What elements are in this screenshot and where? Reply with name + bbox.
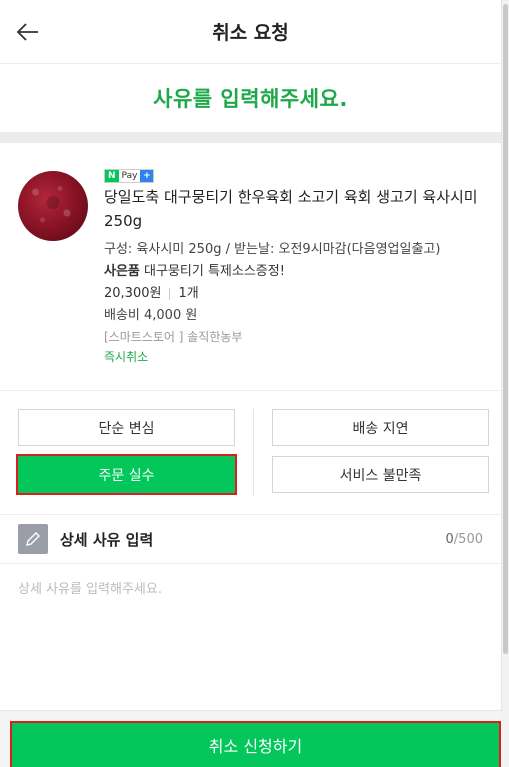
npay-badge: N Pay + (104, 169, 155, 183)
reason-button-change-of-mind[interactable]: 단순 변심 (18, 409, 235, 446)
product-price: 20,300원 (104, 286, 162, 301)
char-max: /500 (453, 531, 483, 547)
char-counter: 0/500 (446, 532, 483, 547)
npay-n-logo: N (105, 170, 119, 182)
submit-cancel-button[interactable]: 취소 신청하기 (10, 721, 501, 767)
npay-pay-text: Pay (121, 171, 138, 181)
reason-button-delivery-delay[interactable]: 배송 지연 (272, 409, 489, 446)
scrollbar[interactable] (502, 0, 509, 767)
detail-reason-header: 상세 사유 입력 0/500 (0, 515, 501, 563)
product-info: N Pay + 당일도축 대구뭉티기 한우육회 소고기 육회 생고기 육사시미 … (104, 163, 483, 390)
product-name[interactable]: 당일도축 대구뭉티기 한우육회 소고기 육회 생고기 육사시미 250g (104, 185, 483, 233)
detail-reason-input[interactable] (0, 563, 501, 663)
product-gift: 사은품 대구뭉티기 특제소스증정! (104, 261, 483, 283)
reason-selector: 단순 변심 주문 실수 배송 지연 서비스 불만족 (0, 391, 501, 515)
price-row: 20,300원 1개 (104, 283, 483, 305)
reason-divider (253, 409, 254, 496)
char-count: 0 (445, 531, 454, 547)
price-separator (169, 288, 171, 300)
gift-text: 대구뭉티기 특제소스증정! (139, 264, 285, 279)
product-card: N Pay + 당일도축 대구뭉티기 한우육회 소고기 육회 생고기 육사시미 … (0, 143, 501, 391)
cancel-request-page: 취소 요청 사유를 입력해주세요. N Pay + 당일도축 대구뭉티기 한우육… (0, 0, 502, 767)
product-quantity: 1개 (178, 286, 199, 301)
plus-icon: + (140, 170, 154, 182)
pencil-icon (18, 524, 48, 554)
reason-button-service-dissatisfaction[interactable]: 서비스 불만족 (272, 456, 489, 493)
reason-column-right: 배송 지연 서비스 불만족 (272, 409, 489, 496)
header: 취소 요청 (0, 0, 501, 64)
cancel-status: 즉시취소 (104, 350, 149, 364)
notice-banner: 사유를 입력해주세요. (0, 64, 501, 132)
page-title: 취소 요청 (212, 22, 289, 44)
bottom-bar: 취소 신청하기 (0, 710, 502, 767)
section-divider (0, 132, 501, 143)
detail-reason-title: 상세 사유 입력 (60, 530, 154, 549)
reason-button-order-mistake[interactable]: 주문 실수 (16, 454, 237, 495)
product-option: 구성: 육사시미 250g / 받는날: 오전9시마감(다음영업일출고) (104, 242, 441, 257)
store-name: [스마트스토어 ] 솔직한농부 (104, 330, 243, 344)
scrollbar-thumb[interactable] (503, 4, 508, 654)
notice-text: 사유를 입력해주세요. (153, 87, 348, 111)
shipping-fee: 배송비 4,000 원 (104, 308, 198, 323)
product-image (18, 171, 88, 241)
gift-label: 사은품 (104, 264, 140, 279)
back-arrow-icon[interactable] (14, 18, 42, 46)
reason-column-left: 단순 변심 주문 실수 (16, 409, 237, 496)
